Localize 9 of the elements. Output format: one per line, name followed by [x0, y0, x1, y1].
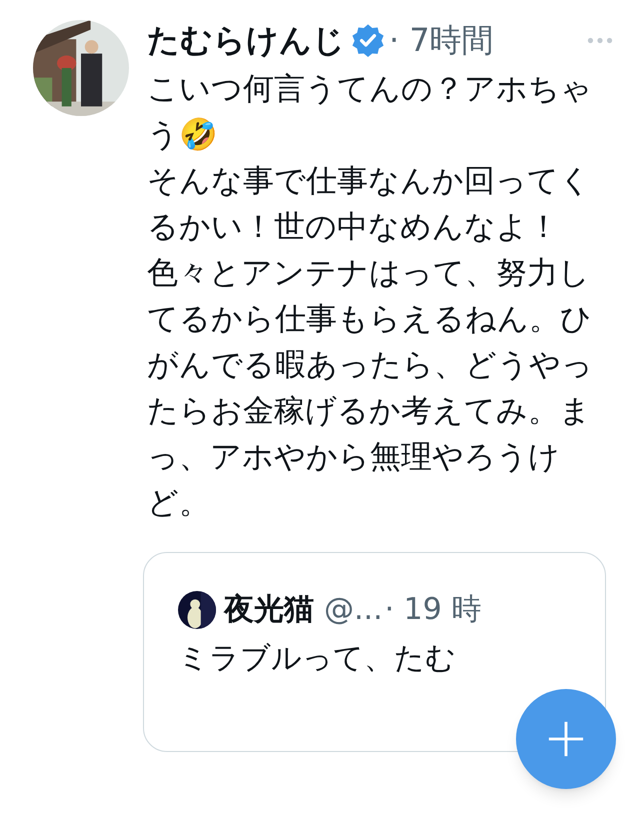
quoted-user-name: 夜光猫	[224, 591, 314, 629]
more-icon[interactable]	[587, 36, 613, 44]
tweet-text: こいつ何言うてんの？アホちゃう🤣 そんな事で仕事なんか回ってくるかい！世の中なめんなよ！色々とアンテナはって、努力してるから仕事もらえるねん。ひがんでる暇あったら、どうやったらお金稼げるか考えてみ。まっ、アホやから無理やろうけど。	[147, 70, 594, 523]
plus-icon	[547, 720, 585, 758]
quoted-time: · 19 時	[384, 591, 482, 629]
quoted-handle: @...	[324, 591, 383, 629]
post-time: · 7時間	[389, 24, 494, 56]
quoted-text: ミラブルって、たむ	[178, 640, 457, 678]
user-name[interactable]: たむらけんじ	[147, 24, 345, 56]
